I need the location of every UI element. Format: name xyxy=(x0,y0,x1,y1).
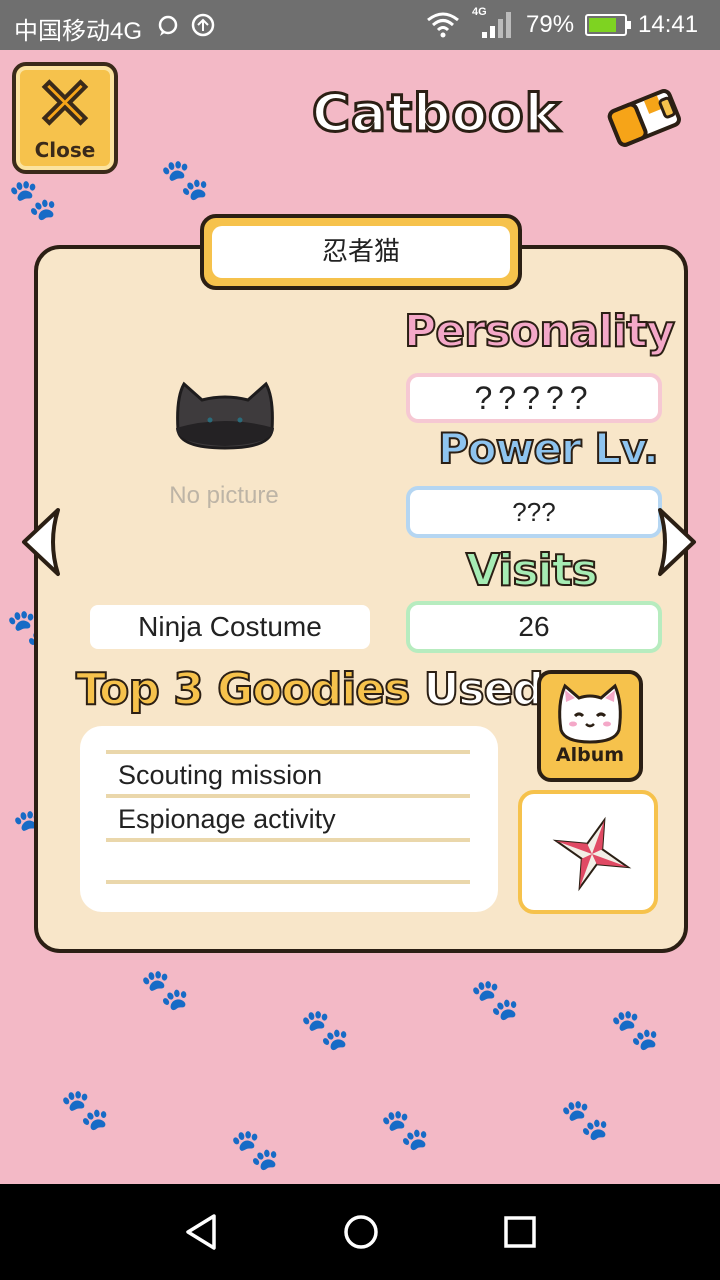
paw-print-icon: 🐾 xyxy=(230,1127,280,1173)
paw-print-icon: 🐾 xyxy=(300,1007,350,1053)
paw-print-icon: 🐾 xyxy=(610,1007,660,1053)
signal-icon xyxy=(482,12,511,38)
ninja-cat-silhouette xyxy=(176,381,274,450)
wifi-icon xyxy=(427,12,459,38)
visits-value: 26 xyxy=(406,601,662,653)
battery-icon xyxy=(585,14,631,36)
goodie-item: Espionage activity xyxy=(118,804,336,834)
paw-print-icon: 🐾 xyxy=(140,967,190,1013)
recents-icon[interactable] xyxy=(496,1208,544,1256)
goodies-heading-part1: Top 3 Goodies xyxy=(75,663,411,716)
close-button[interactable]: ✕ Close xyxy=(12,62,118,174)
paw-print-icon: 🐾 xyxy=(60,1087,110,1133)
battery-percent: 79% xyxy=(526,11,575,38)
carrier-label: 中国移动4G xyxy=(14,18,143,45)
list-rule xyxy=(106,794,470,798)
status-bar: 中国移动4G 4G 79% 14:41 xyxy=(0,0,720,50)
shuriken-icon xyxy=(552,816,632,892)
list-rule xyxy=(106,880,470,884)
power-level-value: ??? xyxy=(406,486,662,538)
personality-value: ????? xyxy=(406,373,662,423)
goodies-heading-part2: Used xyxy=(423,663,545,716)
visits-label: Visits xyxy=(465,544,599,597)
close-label: Close xyxy=(34,138,96,162)
paw-print-icon: 🐾 xyxy=(380,1107,430,1153)
power-level-label: Power Lv. xyxy=(437,423,660,474)
cat-name-tab: 忍者猫 xyxy=(200,214,522,290)
list-rule xyxy=(106,838,470,842)
list-rule xyxy=(106,750,470,754)
goodies-heading: Top 3 Goodies Used xyxy=(75,663,545,716)
paw-print-icon: 🐾 xyxy=(8,177,58,223)
album-button[interactable]: Album xyxy=(537,670,643,782)
next-arrow-button[interactable] xyxy=(656,504,700,580)
page-title: Catbook xyxy=(310,83,561,146)
costume-label: Ninja Costume xyxy=(90,605,370,649)
home-icon[interactable] xyxy=(337,1208,385,1256)
back-icon[interactable] xyxy=(178,1208,226,1256)
personality-label: Personality xyxy=(403,305,676,358)
battery-fill xyxy=(589,18,616,32)
cat-face-icon xyxy=(558,683,622,744)
close-icon: ✕ xyxy=(34,63,97,145)
paw-print-icon: 🐾 xyxy=(560,1097,610,1143)
message-icon xyxy=(158,15,178,36)
goodies-list: Scouting mission Espionage activity xyxy=(80,726,498,912)
catbook-icon xyxy=(607,89,681,147)
cat-name: 忍者猫 xyxy=(212,226,510,278)
favorite-goodie-slot[interactable] xyxy=(518,790,658,914)
clock: 14:41 xyxy=(638,11,699,38)
no-picture-label: No picture xyxy=(169,482,279,509)
navigation-bar xyxy=(0,1184,720,1280)
album-label: Album xyxy=(555,744,625,766)
paw-print-icon: 🐾 xyxy=(470,977,520,1023)
goodie-item: Scouting mission xyxy=(118,760,323,790)
paw-print-icon: 🐾 xyxy=(160,157,210,203)
sync-icon xyxy=(191,13,215,37)
previous-arrow-button[interactable] xyxy=(18,504,62,580)
